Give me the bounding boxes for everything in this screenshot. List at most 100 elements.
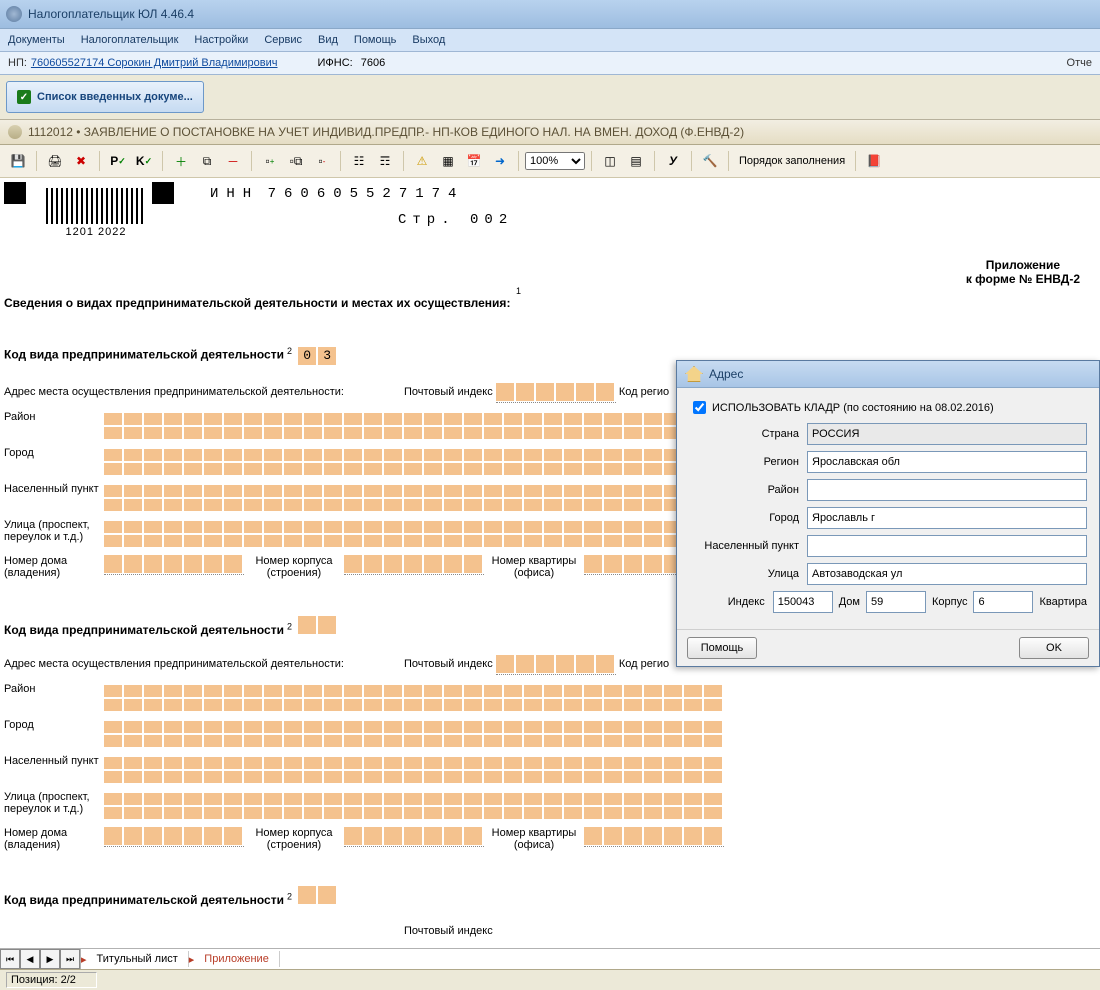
hammer-icon[interactable]: 🔨 xyxy=(698,149,722,173)
tree-copy-icon[interactable]: ▫⧉ xyxy=(284,149,308,173)
toolbar: 💾 🖨 ✖ P✓ K✓ ＋ ⧉ － ▫+ ▫⧉ ▫- ☷ ☶ ⚠ ▦ 📅 ➜ 1… xyxy=(0,145,1100,178)
menu-view[interactable]: Вид xyxy=(318,34,338,46)
page-line: Стр. 002 xyxy=(398,212,513,228)
activity-block-3: Код вида предпринимательской деятельност… xyxy=(4,886,724,937)
book-icon[interactable]: 📕 xyxy=(862,149,886,173)
menu-documents[interactable]: Документы xyxy=(8,34,65,46)
ok-button[interactable]: OK xyxy=(1019,637,1089,659)
activity-code-cells-2[interactable] xyxy=(298,616,338,634)
form-heading: Сведения о видах предпринимательской дея… xyxy=(4,296,510,310)
help-button[interactable]: Помощь xyxy=(687,637,757,659)
postal-label-2: Почтовый индекс xyxy=(404,658,493,670)
position-indicator: Позиция: 2/2 xyxy=(6,972,97,988)
save-icon[interactable]: 💾 xyxy=(6,149,30,173)
tab-title-page[interactable]: Титульный лист xyxy=(87,951,189,967)
activity-code-label-2: Код вида предпринимательской деятельност… xyxy=(4,623,284,637)
add-icon[interactable]: ＋ xyxy=(169,149,193,173)
nav-prev-icon[interactable]: ◀ xyxy=(20,949,40,969)
index-field-label: Индекс xyxy=(689,596,773,608)
barcode-bars xyxy=(46,188,146,224)
struct2-icon[interactable]: ☶ xyxy=(373,149,397,173)
document-header: 1112012 • ЗАЯВЛЕНИЕ О ПОСТАНОВКЕ НА УЧЕТ… xyxy=(0,120,1100,145)
settlement-input[interactable] xyxy=(807,535,1087,557)
region-input[interactable] xyxy=(807,451,1087,473)
rayon-label: Район xyxy=(4,411,104,439)
tree-add-icon[interactable]: ▫+ xyxy=(258,149,282,173)
postal-cells[interactable] xyxy=(496,383,616,401)
doc-list-label: Список введенных докуме... xyxy=(37,91,193,103)
korpus-input[interactable] xyxy=(973,591,1033,613)
tab-appendix[interactable]: Приложение xyxy=(194,951,280,967)
main-menu: Документы Налогоплательщик Настройки Сер… xyxy=(0,29,1100,52)
house-cells[interactable] xyxy=(104,555,244,573)
rayon-input[interactable] xyxy=(807,479,1087,501)
settlement-label: Населенный пункт xyxy=(4,483,104,511)
remove-icon[interactable]: － xyxy=(221,149,245,173)
barcode: 1201 2022 xyxy=(46,188,146,238)
nav-first-icon[interactable]: ⏮ xyxy=(0,949,20,969)
check-icon: ✓ xyxy=(17,90,31,104)
street-cells[interactable] xyxy=(104,521,724,533)
address-label-2: Адрес места осуществления предпринимател… xyxy=(4,658,404,670)
menu-help[interactable]: Помощь xyxy=(354,34,397,46)
copy-icon[interactable]: ⧉ xyxy=(195,149,219,173)
house-label: Номер дома (владения) xyxy=(4,555,104,579)
fill-order-link[interactable]: Порядок заполнения xyxy=(735,155,849,167)
street-label: Улица (проспект, переулок и т.д.) xyxy=(4,519,104,547)
layout1-icon[interactable]: ◫ xyxy=(598,149,622,173)
city-label: Город xyxy=(4,447,104,475)
k-check-icon[interactable]: K✓ xyxy=(132,149,156,173)
p-check-icon[interactable]: P✓ xyxy=(106,149,130,173)
menu-taxpayer[interactable]: Налогоплательщик xyxy=(81,34,179,46)
korpus-label: Номер корпуса (строения) xyxy=(244,555,344,579)
activity-code-label: Код вида предпринимательской деятельност… xyxy=(4,348,284,362)
city-input[interactable] xyxy=(807,507,1087,529)
doc-list-button[interactable]: ✓ Список введенных докуме... xyxy=(6,81,204,113)
country-input xyxy=(807,423,1087,445)
taxpayer-bar: НП: 760605527174 Сорокин Дмитрий Владими… xyxy=(0,52,1100,75)
menu-service[interactable]: Сервис xyxy=(264,34,302,46)
rayon-cells[interactable] xyxy=(104,413,724,425)
use-kladr-checkbox[interactable] xyxy=(693,401,706,414)
zoom-select[interactable]: 100% xyxy=(525,152,585,170)
np-label: НП: xyxy=(8,57,27,69)
city-cells[interactable] xyxy=(104,449,724,461)
street-input[interactable] xyxy=(807,563,1087,585)
nav-last-icon[interactable]: ⏭ xyxy=(60,949,80,969)
barcode-number: 1201 2022 xyxy=(46,226,146,238)
np-link[interactable]: 760605527174 Сорокин Дмитрий Владимирови… xyxy=(31,57,278,69)
korpus-cells[interactable] xyxy=(344,555,484,573)
layout2-icon[interactable]: ▤ xyxy=(624,149,648,173)
print-icon[interactable]: 🖨 xyxy=(43,149,67,173)
u-icon[interactable]: У xyxy=(661,149,685,173)
house-field-label: Дом xyxy=(839,596,860,608)
doc-icon xyxy=(8,125,22,139)
postal-cells-2[interactable] xyxy=(496,655,616,673)
validate-icon[interactable]: ⚠ xyxy=(410,149,434,173)
nav-next-icon[interactable]: ▶ xyxy=(40,949,60,969)
calendar-icon[interactable]: 📅 xyxy=(462,149,486,173)
index-input[interactable] xyxy=(773,591,833,613)
address-label: Адрес места осуществления предпринимател… xyxy=(4,386,404,398)
document-title: 1112012 • ЗАЯВЛЕНИЕ О ПОСТАНОВКЕ НА УЧЕТ… xyxy=(28,125,744,139)
dialog-titlebar: Адрес xyxy=(677,361,1099,388)
region-field-label: Регион xyxy=(689,456,807,468)
address-dialog: Адрес ИСПОЛЬЗОВАТЬ КЛАДР (по состоянию н… xyxy=(676,360,1100,667)
house-input[interactable] xyxy=(866,591,926,613)
delete-icon[interactable]: ✖ xyxy=(69,149,93,173)
rayon-field-label: Район xyxy=(689,484,807,496)
activity-block-1: Код вида предпринимательской деятельност… xyxy=(4,346,724,579)
activity-code-cells[interactable]: 03 xyxy=(298,347,338,365)
flat-field-label: Квартира xyxy=(1039,596,1087,608)
tree-remove-icon[interactable]: ▫- xyxy=(310,149,334,173)
settlement-cells[interactable] xyxy=(104,485,724,497)
menu-exit[interactable]: Выход xyxy=(412,34,445,46)
use-kladr-label: ИСПОЛЬЗОВАТЬ КЛАДР (по состоянию на 08.0… xyxy=(712,402,994,414)
export-icon[interactable]: ➜ xyxy=(488,149,512,173)
grid-icon[interactable]: ▦ xyxy=(436,149,460,173)
struct1-icon[interactable]: ☷ xyxy=(347,149,371,173)
menu-settings[interactable]: Настройки xyxy=(194,34,248,46)
ifns-value: 7606 xyxy=(361,57,385,69)
appendix-label: Приложение к форме № ЕНВД-2 xyxy=(966,258,1080,286)
ifns-label: ИФНС: xyxy=(318,57,353,69)
